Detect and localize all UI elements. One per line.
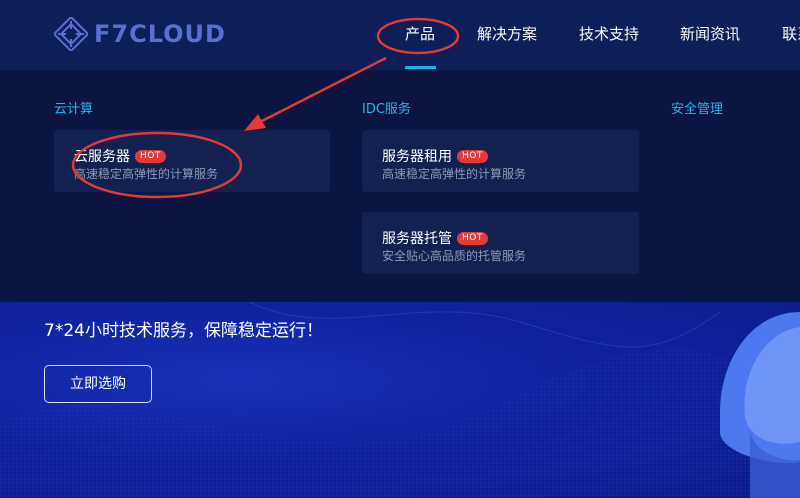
- card-title: 云服务器 HOT: [74, 146, 166, 166]
- card-title-text: 云服务器: [74, 149, 130, 165]
- column-title-security-management[interactable]: 安全管理: [671, 98, 723, 117]
- top-header: F7CLOUD 产品 解决方案 技术支持 新闻资讯 联系: [0, 0, 800, 70]
- site-logo[interactable]: F7CLOUD: [54, 16, 226, 52]
- hero-tagline: 7*24小时技术服务，保障稳定运行！: [44, 321, 323, 341]
- hot-badge: HOT: [457, 149, 488, 163]
- hot-badge: HOT: [457, 231, 488, 245]
- hero-cylinder-graphic: [720, 312, 800, 498]
- nav-item-solutions[interactable]: 解决方案: [477, 0, 537, 70]
- nav-item-support[interactable]: 技术支持: [579, 0, 639, 70]
- hot-badge: HOT: [135, 149, 166, 163]
- card-title-text: 服务器托管: [382, 231, 452, 247]
- nav-item-products[interactable]: 产品: [405, 0, 435, 70]
- logo-text: F7CLOUD: [94, 20, 226, 48]
- hero-banner: 7*24小时技术服务，保障稳定运行！ 立即选购: [0, 302, 800, 498]
- card-description: 安全贴心高品质的托管服务: [382, 249, 527, 263]
- card-description: 高速稳定高弹性的计算服务: [74, 167, 219, 181]
- column-title-cloud-computing: 云计算: [54, 102, 94, 117]
- nav-item-news[interactable]: 新闻资讯: [680, 0, 740, 70]
- nav-active-indicator: [405, 66, 436, 69]
- product-card-server-rental[interactable]: 服务器租用 HOT 高速稳定高弹性的计算服务: [362, 130, 639, 192]
- card-title-text: 服务器租用: [382, 149, 452, 165]
- card-description: 高速稳定高弹性的计算服务: [382, 167, 527, 181]
- product-card-server-hosting[interactable]: 服务器托管 HOT 安全贴心高品质的托管服务: [362, 212, 639, 274]
- card-title: 服务器租用 HOT: [382, 146, 488, 166]
- column-title-idc-services: IDC服务: [362, 102, 411, 117]
- logo-mark-icon: [54, 17, 88, 51]
- nav-item-contact[interactable]: 联系: [782, 0, 800, 70]
- product-card-cloud-server[interactable]: 云服务器 HOT 高速稳定高弹性的计算服务: [54, 130, 330, 192]
- card-title: 服务器托管 HOT: [382, 228, 488, 248]
- buy-now-button[interactable]: 立即选购: [44, 365, 152, 403]
